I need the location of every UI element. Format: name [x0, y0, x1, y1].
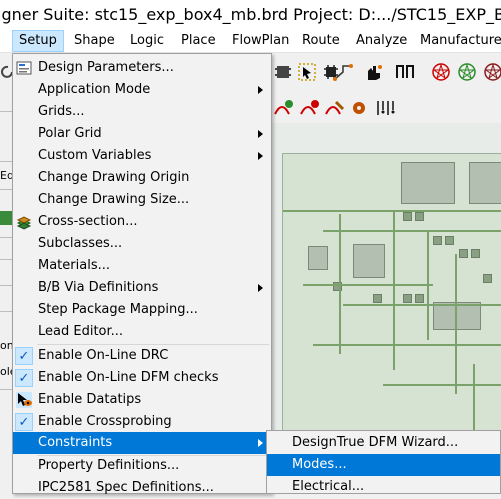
menu-item-step-package-mapping[interactable]: Step Package Mapping... — [13, 299, 271, 321]
window-title-bar: igner Suite: stc15_exp_box4_mb.brd Proje… — [0, 0, 501, 30]
menu-route[interactable]: Route — [296, 30, 346, 52]
menu-item-subclasses[interactable]: Subclasses... — [13, 233, 271, 255]
checkmark-icon: ✓ — [15, 369, 33, 387]
window-title: igner Suite: stc15_exp_box4_mb.brd Proje… — [0, 5, 501, 24]
menu-shape[interactable]: Shape — [68, 30, 121, 52]
menu-setup[interactable]: Setup — [12, 30, 64, 52]
checkmark-icon: ✓ — [15, 347, 33, 365]
menu-item-application-mode[interactable]: Application Mode — [13, 79, 271, 101]
capacitor-component — [308, 246, 328, 270]
design-parameters-icon — [16, 61, 32, 75]
menu-item-enable-online-dfm-checks[interactable]: ✓ Enable On-Line DFM checks — [13, 367, 271, 389]
menu-item-bb-via-definitions[interactable]: B/B Via Definitions — [13, 277, 271, 299]
submenu-item-modes[interactable]: Modes... — [267, 454, 500, 476]
spread-icon[interactable] — [394, 61, 416, 83]
setup-menu: Design Parameters... Application Mode Gr… — [12, 53, 272, 495]
submenu-item-electrical[interactable]: Electrical... — [267, 476, 500, 498]
add-arc-icon[interactable] — [272, 97, 294, 119]
chip-icon[interactable] — [272, 61, 294, 83]
menu-analyze[interactable]: Analyze — [350, 30, 413, 52]
menu-item-enable-crossprobing[interactable]: ✓ Enable Crossprobing — [13, 411, 271, 433]
pentagram-red-icon[interactable] — [430, 61, 452, 83]
hand-pointer-icon[interactable] — [362, 61, 384, 83]
menu-item-cross-section[interactable]: Cross-section... — [13, 211, 271, 233]
menu-item-property-definitions[interactable]: Property Definitions... — [13, 455, 271, 477]
cross-section-icon — [16, 216, 32, 230]
submenu-arrow-icon — [258, 152, 263, 160]
menu-item-enable-online-drc[interactable]: ✓ Enable On-Line DRC — [13, 345, 271, 367]
constraints-submenu: DesignTrue DFM Wizard... Modes... Electr… — [266, 430, 501, 494]
submenu-arrow-icon — [258, 130, 263, 138]
menu-item-polar-grid[interactable]: Polar Grid — [13, 123, 271, 145]
menu-place[interactable]: Place — [175, 30, 222, 52]
submenu-arrow-icon — [258, 439, 263, 447]
gear-route-icon[interactable] — [348, 97, 370, 119]
layer-swatch[interactable] — [0, 211, 12, 225]
select-cursor-icon[interactable] — [296, 61, 318, 83]
pentagram-dark-icon[interactable] — [482, 61, 501, 83]
delete-arc-icon[interactable] — [298, 97, 320, 119]
checkmark-icon: ✓ — [15, 413, 33, 431]
menu-item-materials[interactable]: Materials... — [13, 255, 271, 277]
route-step-icon[interactable] — [332, 61, 354, 83]
menu-item-change-drawing-origin[interactable]: Change Drawing Origin — [13, 167, 271, 189]
menu-item-custom-variables[interactable]: Custom Variables — [13, 145, 271, 167]
menu-item-grids[interactable]: Grids... — [13, 101, 271, 123]
slide-icon[interactable] — [324, 97, 346, 119]
menu-logic[interactable]: Logic — [124, 30, 170, 52]
menu-bar: Setup Shape Logic Place FlowPlan Route A… — [0, 30, 501, 53]
menu-item-enable-datatips[interactable]: Enable Datatips — [13, 389, 271, 411]
fanout-icon[interactable] — [374, 97, 396, 119]
datatips-icon — [16, 392, 32, 408]
pentagram-green-icon[interactable] — [456, 61, 478, 83]
menu-item-change-drawing-size[interactable]: Change Drawing Size... — [13, 189, 271, 211]
menu-item-constraints[interactable]: Constraints — [13, 432, 271, 454]
connector-component — [469, 162, 501, 204]
toolbar — [270, 53, 501, 123]
menu-item-ipc2581-spec-definitions[interactable]: IPC2581 Spec Definitions... — [13, 477, 271, 499]
connector-component — [401, 162, 455, 204]
menu-manufacture[interactable]: Manufacture — [414, 30, 501, 52]
ic-component — [433, 302, 481, 330]
submenu-arrow-icon — [258, 86, 263, 94]
submenu-arrow-icon — [258, 284, 263, 292]
menu-item-design-parameters[interactable]: Design Parameters... — [13, 57, 271, 79]
regulator-component — [353, 244, 385, 278]
submenu-item-designtrue-dfm-wizard[interactable]: DesignTrue DFM Wizard... — [267, 432, 500, 454]
menu-flowplan[interactable]: FlowPlan — [226, 30, 295, 52]
menu-item-lead-editor[interactable]: Lead Editor... — [13, 321, 271, 343]
